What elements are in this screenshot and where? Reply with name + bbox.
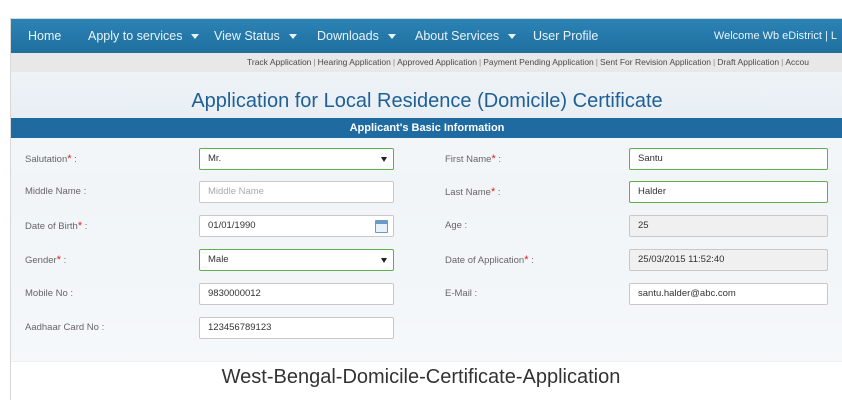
welcome-text: Welcome Wb eDistrict | L xyxy=(713,30,837,42)
age-field: 25 xyxy=(629,215,828,237)
subnav-sent-for-revision-application[interactable]: Sent For Revision Application xyxy=(600,57,711,67)
subnav-separator: | xyxy=(313,57,316,67)
subnav-separator: | xyxy=(595,57,598,67)
date-of-application-label: Date of Application* : xyxy=(445,254,534,266)
last-name-input[interactable]: Halder xyxy=(629,181,828,203)
middle-name-input[interactable]: Middle Name xyxy=(199,181,394,203)
nav-about-services[interactable]: About Services xyxy=(415,19,517,53)
date-of-application-field: 25/03/2015 11:52:40 xyxy=(629,249,828,271)
dob-value: 01/01/1990 xyxy=(208,220,256,231)
dob-input[interactable]: 01/01/1990 xyxy=(199,215,394,237)
nav-about-label: About Services xyxy=(415,29,500,43)
last-name-label: Last Name* : xyxy=(445,186,501,198)
label-colon: : xyxy=(495,154,502,165)
dob-label: Date of Birth* : xyxy=(25,220,87,232)
subnav-separator: | xyxy=(781,57,784,67)
nav-user-profile[interactable]: User Profile xyxy=(533,19,598,53)
nav-apply-label: Apply to services xyxy=(88,29,183,43)
salutation-value: Mr. xyxy=(208,153,222,164)
nav-downloads[interactable]: Downloads xyxy=(317,19,396,53)
mobile-label: Mobile No : xyxy=(25,288,74,299)
applicant-form: Salutation* : Mr. First Name* : Santu Mi… xyxy=(11,138,842,361)
subnav-payment-pending-application[interactable]: Payment Pending Application xyxy=(483,57,594,67)
subnav-track-application[interactable]: Track Application xyxy=(247,57,311,67)
aadhaar-label: Aadhaar Card No : xyxy=(25,322,105,333)
sub-navbar: Track Application | Hearing Application | Ap… xyxy=(11,53,842,72)
gender-label-text: Gender xyxy=(25,255,57,266)
email-label: E-Mail : xyxy=(445,288,478,299)
label-colon: : xyxy=(71,154,77,165)
nav-downloads-label: Downloads xyxy=(317,29,379,43)
nav-home[interactable]: Home xyxy=(28,19,61,53)
nav-apply-to-services[interactable]: Apply to services xyxy=(88,19,200,53)
subnav-account[interactable]: Accou xyxy=(785,57,809,67)
subnav-hearing-application[interactable]: Hearing Application xyxy=(318,57,391,67)
first-name-input[interactable]: Santu xyxy=(629,148,828,170)
gender-label: Gender* : xyxy=(25,254,66,266)
nav-view-status-label: View Status xyxy=(214,29,280,43)
salutation-label-text: Salutation xyxy=(25,154,68,165)
chevron-down-icon xyxy=(387,34,396,40)
label-colon: : xyxy=(495,187,501,198)
middle-name-label: Middle Name : xyxy=(25,186,87,197)
dob-label-text: Date of Birth xyxy=(25,221,78,232)
salutation-select[interactable]: Mr. xyxy=(199,148,394,170)
date-of-application-label-text: Date of Application xyxy=(445,255,525,266)
last-name-label-text: Last Name xyxy=(445,187,491,198)
nav-user-profile-label: User Profile xyxy=(533,29,599,43)
page-title: Application for Local Residence (Domicil… xyxy=(191,90,663,112)
mobile-input[interactable]: 9830000012 xyxy=(199,283,394,305)
subnav-draft-application[interactable]: Draft Application xyxy=(717,57,779,67)
aadhaar-input[interactable]: 123456789123 xyxy=(199,317,394,339)
browser-content: Home Apply to services View Status Downl… xyxy=(10,18,842,400)
subnav-links: Track Application | Hearing Application | Ap… xyxy=(247,53,809,72)
email-input[interactable]: santu.halder@abc.com xyxy=(629,283,828,305)
nav-view-status[interactable]: View Status xyxy=(214,19,297,53)
calendar-icon[interactable] xyxy=(375,220,388,233)
main-navbar: Home Apply to services View Status Downl… xyxy=(11,19,842,53)
chevron-down-icon xyxy=(191,34,200,40)
subnav-separator: | xyxy=(392,57,396,67)
gender-value: Male xyxy=(208,254,229,265)
chevron-down-icon xyxy=(508,34,517,40)
label-colon: : xyxy=(528,255,534,266)
first-name-label-text: First Name xyxy=(445,154,492,165)
image-caption: West-Bengal-Domicile-Certificate-Applica… xyxy=(221,366,621,388)
nav-home-label: Home xyxy=(28,29,62,43)
section-header: Applicant's Basic Information xyxy=(11,118,842,138)
gender-select[interactable]: Male xyxy=(199,249,394,271)
chevron-down-icon xyxy=(288,34,297,40)
label-colon: : xyxy=(60,255,67,266)
subnav-approved-application[interactable]: Approved Application xyxy=(397,57,477,67)
subnav-separator: | xyxy=(478,57,482,67)
first-name-label: First Name* : xyxy=(445,153,501,165)
chevron-down-icon xyxy=(381,258,387,263)
age-label: Age : xyxy=(445,220,468,231)
subnav-separator: | xyxy=(713,57,716,67)
chevron-down-icon xyxy=(381,157,387,162)
salutation-label: Salutation* : xyxy=(25,153,77,165)
label-colon: : xyxy=(82,221,88,232)
